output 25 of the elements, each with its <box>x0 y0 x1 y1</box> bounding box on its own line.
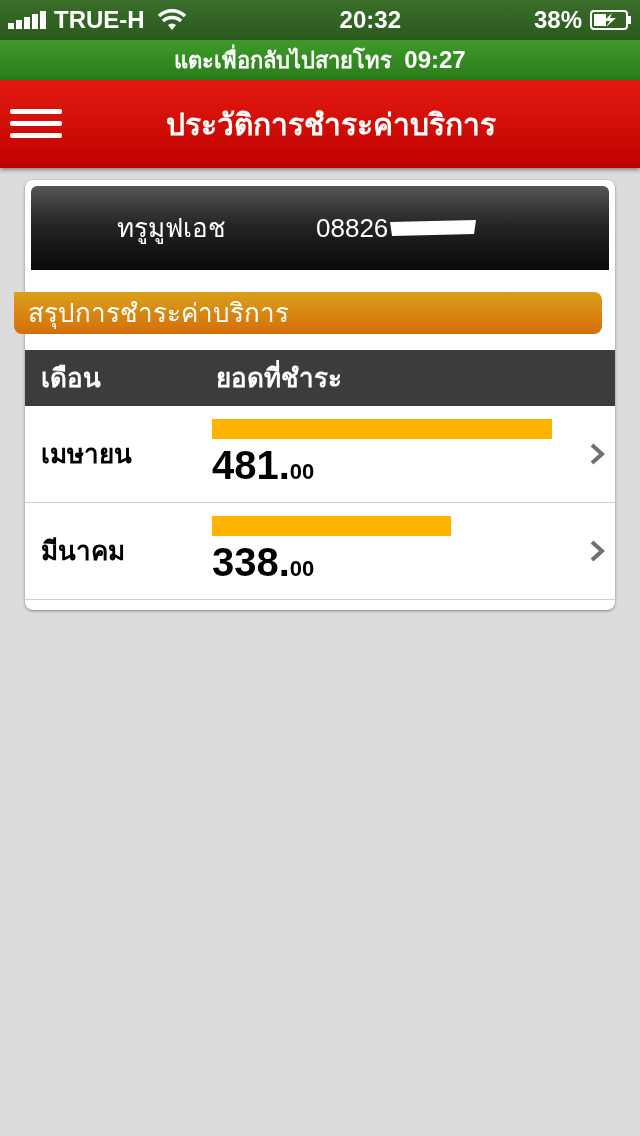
payment-row[interactable]: เมษายน 481.00 <box>25 406 615 503</box>
carrier-name: TRUE-H <box>54 5 145 35</box>
menu-icon[interactable] <box>10 109 62 139</box>
call-banner-text: แตะเพื่อกลับไปสายโทร <box>174 43 393 77</box>
page-title: ประวัติการชำระค่าบริการ <box>166 106 496 143</box>
call-banner[interactable]: แตะเพื่อกลับไปสายโทร 09:27 <box>0 40 640 80</box>
wifi-icon <box>156 9 187 31</box>
amount-decimals: 00 <box>289 556 315 583</box>
column-header: เดือน <box>41 361 102 395</box>
account-number: 08826 <box>316 211 389 245</box>
month-label: มีนาคม <box>40 534 126 568</box>
clock: 20:32 <box>339 5 401 35</box>
call-duration: 09:27 <box>404 45 466 75</box>
account-name: ทรูมูฟเอช <box>117 211 226 246</box>
amount-value: 338. <box>212 539 290 586</box>
section-title: สรุปการชำระค่าบริการ <box>28 296 289 331</box>
month-label: เมษายน <box>40 437 133 471</box>
amount-decimals: 00 <box>289 459 315 486</box>
column-header: ยอดที่ชำระ <box>216 359 342 395</box>
amount-value: 481. <box>212 442 290 489</box>
chevron-icon <box>589 539 605 563</box>
battery-charging-icon <box>590 10 632 30</box>
battery-percent: 38% <box>533 5 582 35</box>
chevron-icon <box>589 442 605 466</box>
payment-row[interactable]: มีนาคม 338.00 <box>25 503 615 600</box>
